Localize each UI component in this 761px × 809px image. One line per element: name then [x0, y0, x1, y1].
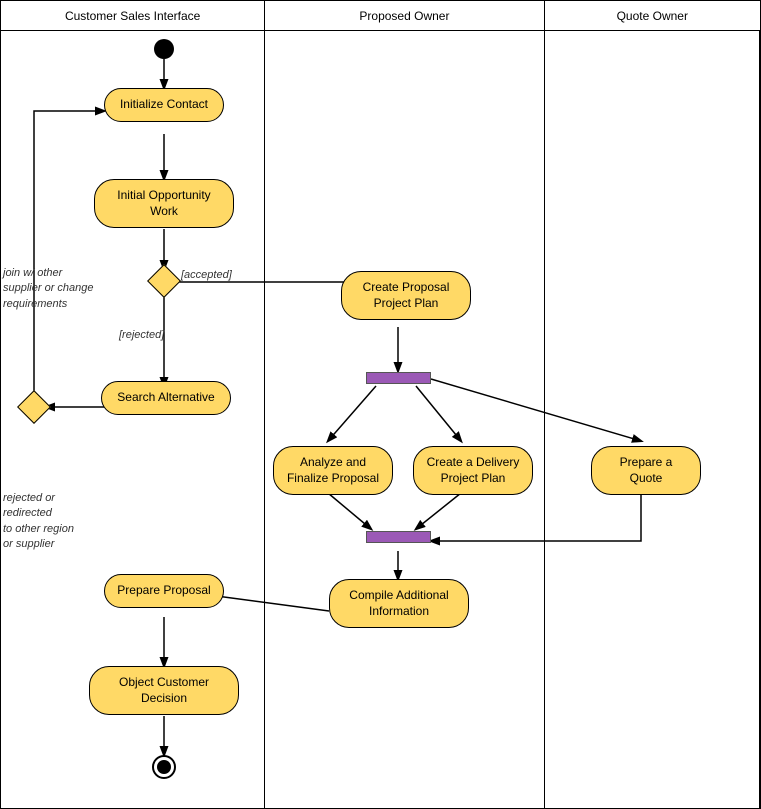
diagram-container: Customer Sales Interface Proposed Owner …: [0, 0, 761, 809]
create-proposal-label: Create Proposal Project Plan: [341, 271, 471, 320]
fork-bar: [366, 372, 431, 384]
create-delivery-node: Create a Delivery Project Plan: [413, 446, 533, 495]
prepare-proposal-label: Prepare Proposal: [104, 574, 224, 608]
rejected-label: [rejected]: [119, 329, 164, 341]
end-node: [152, 755, 176, 779]
initialize-contact-node: Initialize Contact: [104, 88, 224, 122]
compile-additional-node: Compile Additional Information: [329, 579, 469, 628]
rejected-note-label: rejected or redirected to other region o…: [3, 491, 103, 553]
prepare-quote-label: Prepare a Quote: [591, 446, 701, 495]
prepare-quote-node: Prepare a Quote: [591, 446, 701, 495]
accepted-label: [accepted]: [181, 269, 232, 281]
lane-quote-owner: [545, 31, 760, 809]
lane-header-customer: Customer Sales Interface: [1, 1, 265, 30]
initialize-contact-label: Initialize Contact: [104, 88, 224, 122]
search-alternative-node: Search Alternative: [101, 381, 231, 415]
initial-opportunity-node: Initial Opportunity Work: [94, 179, 234, 228]
decision1-node: [152, 269, 176, 293]
search-alternative-label: Search Alternative: [101, 381, 231, 415]
lanes-content: Initialize Contact Initial Opportunity W…: [1, 31, 760, 809]
decision2-node: [22, 395, 46, 419]
start-node: [154, 39, 174, 59]
lane-header-proposed: Proposed Owner: [265, 1, 544, 30]
lane-proposed-owner: [265, 31, 544, 809]
create-proposal-node: Create Proposal Project Plan: [341, 271, 471, 320]
compile-additional-label: Compile Additional Information: [329, 579, 469, 628]
object-customer-label: Object Customer Decision: [89, 666, 239, 715]
lane-headers: Customer Sales Interface Proposed Owner …: [1, 1, 760, 31]
lane-header-quote: Quote Owner: [545, 1, 760, 30]
analyze-finalize-label: Analyze and Finalize Proposal: [273, 446, 393, 495]
initial-opportunity-label: Initial Opportunity Work: [94, 179, 234, 228]
create-delivery-label: Create a Delivery Project Plan: [413, 446, 533, 495]
join-bar: [366, 531, 431, 543]
prepare-proposal-node: Prepare Proposal: [104, 574, 224, 608]
object-customer-node: Object Customer Decision: [89, 666, 239, 715]
join-note-label: join w/ other supplier or change require…: [3, 266, 103, 312]
analyze-finalize-node: Analyze and Finalize Proposal: [273, 446, 393, 495]
